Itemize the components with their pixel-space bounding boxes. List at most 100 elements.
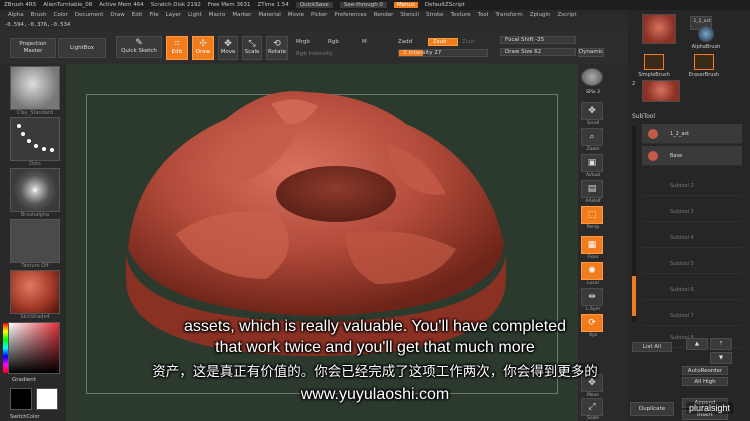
menu-layer[interactable]: Layer — [166, 12, 181, 18]
edit-icon: ⌗ — [174, 39, 180, 50]
mrgb-toggle[interactable]: Mrgb — [296, 38, 310, 46]
local-button[interactable]: ✺ — [581, 262, 603, 280]
menu-texture[interactable]: Texture — [451, 12, 471, 18]
gradient-label[interactable]: Gradient — [12, 377, 36, 383]
menu-light[interactable]: Light — [188, 12, 202, 18]
auto-reorder-button[interactable]: AutoReorder — [682, 366, 728, 375]
subtool-scroll-thumb[interactable] — [632, 276, 636, 316]
edit-button[interactable]: ⌗ Edit — [166, 36, 188, 60]
persp-icon: ⬚ — [587, 210, 597, 220]
quicksave-button[interactable]: QuickSave — [295, 2, 333, 8]
subtool-empty-slot[interactable]: Subtool 6 — [642, 280, 742, 300]
switch-color-button[interactable]: SwitchColor — [10, 414, 40, 420]
brush-thumbnail[interactable] — [10, 66, 60, 110]
color-picker[interactable] — [3, 322, 60, 374]
tool-ast-thumbnail[interactable] — [642, 80, 680, 102]
menu-macro[interactable]: Macro — [209, 12, 226, 18]
floor-button[interactable]: ▦ — [581, 236, 603, 254]
tool-slot-ast-label: 1_2_ast — [693, 19, 711, 24]
subtool-up-button[interactable]: ▲ — [686, 338, 708, 350]
alpha-thumbnail[interactable] — [10, 168, 60, 212]
menu-movie[interactable]: Movie — [288, 12, 304, 18]
focal-shift-slider[interactable]: Focal Shift -25 — [500, 36, 576, 44]
draw-button[interactable]: ✣ Draw — [192, 36, 214, 60]
main-color-swatch[interactable] — [10, 388, 32, 410]
rgb-intensity-slider[interactable]: Rgb Intensity — [296, 50, 333, 58]
rgb-toggle[interactable]: Rgb — [328, 38, 339, 46]
title-ztime: ZTime 1.54 — [257, 2, 289, 8]
eraserbrush-thumbnail[interactable] — [694, 54, 714, 70]
menu-document[interactable]: Document — [75, 12, 104, 18]
menu-preferences[interactable]: Preferences — [334, 12, 366, 18]
menu-render[interactable]: Render — [374, 12, 394, 18]
all-high-button[interactable]: All High — [682, 377, 728, 386]
menu-tool[interactable]: Tool — [478, 12, 489, 18]
scroll-button[interactable]: ✥ — [581, 102, 603, 120]
menu-picker[interactable]: Picker — [311, 12, 327, 18]
menu-edit[interactable]: Edit — [132, 12, 143, 18]
menu-stencil[interactable]: Stencil — [400, 12, 419, 18]
stroke-dot — [17, 124, 21, 128]
see-through-slider[interactable]: See-through 0 — [339, 2, 387, 8]
menu-zplugin[interactable]: Zplugin — [530, 12, 551, 18]
lightbox-button[interactable]: LightBox — [58, 38, 106, 58]
subtool-empty-slot[interactable]: Subtool 5 — [642, 254, 742, 274]
menu-transform[interactable]: Transform — [495, 12, 522, 18]
stroke-label: Dots — [29, 161, 41, 167]
subtool-down-button[interactable]: ▼ — [710, 352, 732, 364]
alphabrush-label: AlphaBrush — [691, 44, 721, 50]
texture-label: Texture Off — [21, 263, 49, 269]
menu-marker[interactable]: Marker — [232, 12, 251, 18]
scale-button[interactable]: ⤡ Scale — [242, 36, 262, 60]
spix-slider[interactable]: SPix 3 — [578, 90, 608, 95]
lsym-button[interactable]: ⇹ — [581, 288, 603, 306]
texture-thumbnail[interactable] — [10, 219, 60, 263]
default-zscript-button[interactable]: DefaultZScript — [425, 2, 465, 8]
aahalf-button[interactable]: ▤ — [581, 180, 603, 198]
persp-button[interactable]: ⬚ — [581, 206, 603, 224]
rotate-button[interactable]: ⟲ Rotate — [266, 36, 288, 60]
hue-strip[interactable] — [3, 323, 8, 373]
menu-color[interactable]: Color — [54, 12, 68, 18]
subtool-empty-slot[interactable]: Subtool 3 — [642, 202, 742, 222]
menu-stroke[interactable]: Stroke — [426, 12, 444, 18]
zoom-button[interactable]: ⌕ — [581, 128, 603, 146]
menu-alpha[interactable]: Alpha — [8, 12, 24, 18]
subtool-item-ast[interactable]: 1_2_ast — [642, 124, 742, 144]
dynamic-button[interactable]: Dynamic — [578, 48, 604, 57]
zsub-toggle[interactable]: Zsub — [428, 38, 458, 46]
bpr-button[interactable] — [581, 68, 603, 86]
subtool-empty-slot[interactable]: Subtool 4 — [642, 228, 742, 248]
move-button[interactable]: ✥ Move — [218, 36, 238, 60]
zcut-toggle[interactable]: Zcut — [462, 38, 474, 46]
duplicate-button[interactable]: Duplicate — [630, 402, 674, 416]
menu-material[interactable]: Material — [258, 12, 280, 18]
subtool-scrollbar[interactable] — [632, 126, 636, 322]
z-intensity-slider[interactable]: Z Intensity 27 — [398, 49, 488, 57]
subtool-item-base[interactable]: Base — [642, 146, 742, 166]
current-tool-thumbnail[interactable] — [642, 14, 676, 44]
menu-zscript[interactable]: Zscript — [557, 12, 576, 18]
title-bar: ZBrush 4R5 AlienTurntable_08 Active Mem … — [0, 0, 750, 10]
menu-draw[interactable]: Draw — [110, 12, 124, 18]
draw-size-slider[interactable]: Draw Size 62 — [500, 48, 576, 56]
menu-file[interactable]: File — [149, 12, 158, 18]
subtitle-watermark-url: www.yuyulaoshi.com — [300, 386, 450, 403]
simplebrush-thumbnail[interactable] — [644, 54, 664, 70]
subtool-up-fast-button[interactable]: ⇡ — [710, 338, 732, 350]
quick-sketch-button[interactable]: ✎ Quick Sketch — [116, 36, 162, 58]
aahalf-icon: ▤ — [587, 184, 597, 194]
zadd-toggle[interactable]: Zadd — [398, 38, 412, 46]
menu-brush[interactable]: Brush — [31, 12, 47, 18]
stroke-thumbnail[interactable] — [10, 117, 60, 161]
secondary-color-swatch[interactable] — [36, 388, 58, 410]
subtool-header[interactable]: SubTool — [632, 113, 655, 120]
actual-button[interactable]: ▣ — [581, 154, 603, 172]
material-thumbnail[interactable] — [10, 270, 60, 314]
projection-master-button[interactable]: Projection Master — [10, 38, 56, 58]
draw-label: Draw — [195, 49, 211, 56]
menus-button[interactable]: Menus — [393, 2, 418, 8]
m-toggle[interactable]: M — [362, 38, 367, 46]
subtool-empty-slot[interactable]: Subtool 2 — [642, 176, 742, 196]
alphabrush-thumbnail[interactable] — [698, 26, 714, 42]
